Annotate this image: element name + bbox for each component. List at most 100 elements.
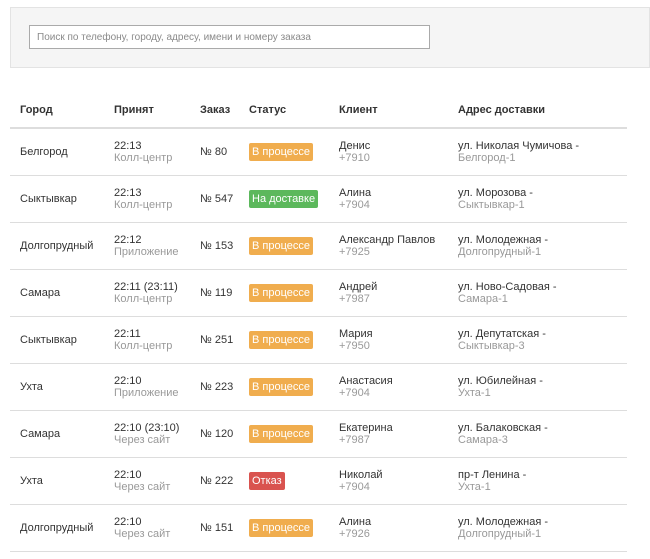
order-number-cell: № 222 [190,457,239,505]
client-phone: +7950 [339,340,370,352]
address-locality: Белгород-1 [458,152,516,164]
status-badge: В процессе [249,331,313,349]
orders-table: Город Принят Заказ Статус Клиент Адрес д… [10,92,627,552]
order-source: Приложение [114,246,179,258]
table-row[interactable]: Сыктывкар 22:13 Колл-центр № 547 На доставке… [10,175,627,223]
search-panel [10,7,650,68]
column-header-client[interactable]: Клиент [329,92,448,129]
order-client: Андрей +7987 [329,269,448,317]
order-number-cell: № 251 [190,316,239,364]
accepted-time: 22:10 [114,469,142,481]
column-header-address[interactable]: Адрес доставки [448,92,627,129]
city-text: Ухта [20,381,43,393]
order-source: Колл-центр [114,293,173,305]
accepted-time: 22:10 (23:10) [114,422,180,434]
order-status-cell: В процессе [239,410,329,458]
order-client: Николай +7904 [329,457,448,505]
table-row[interactable]: Сыктывкар 22:11 Колл-центр № 251 В процессе М… [10,316,627,364]
order-source: Приложение [114,387,179,399]
order-accepted: 22:11 (23:11) Колл-центр [104,269,190,317]
order-accepted: 22:10 (23:10) Через сайт [104,410,190,458]
table-row[interactable]: Долгопрудный 22:12 Приложение № 153 В процес… [10,222,627,270]
order-status-cell: В процессе [239,269,329,317]
order-number-cell: № 223 [190,363,239,411]
order-accepted: 22:11 Колл-центр [104,316,190,364]
client-phone: +7925 [339,246,370,258]
order-number[interactable]: № 547 [200,193,233,205]
column-header-city[interactable]: Город [10,92,104,129]
order-city: Сыктывкар [10,316,104,364]
client-name: Александр Павлов [339,234,436,246]
accepted-time: 22:12 [114,234,142,246]
status-badge: В процессе [249,237,313,255]
accepted-time: 22:11 [114,328,141,340]
client-name: Екатерина [339,422,393,434]
address-locality: Самара-3 [458,434,508,446]
client-name: Алина [339,516,372,528]
column-header-order[interactable]: Заказ [190,92,239,129]
client-name: Мария [339,328,373,340]
order-status-cell: На доставке [239,175,329,223]
table-row[interactable]: Ухта 22:10 Через сайт № 222 Отказ Николай +790… [10,457,627,505]
order-accepted: 22:10 Приложение [104,363,190,411]
order-accepted: 22:12 Приложение [104,222,190,270]
order-city: Долгопрудный [10,504,104,552]
order-number[interactable]: № 251 [200,334,233,346]
order-source: Колл-центр [114,152,173,164]
client-name: Андрей [339,281,378,293]
address-street: пр-т Ленина - [458,469,527,481]
order-number[interactable]: № 120 [200,428,233,440]
order-status-cell: В процессе [239,128,329,176]
status-badge: В процессе [249,425,313,443]
order-number[interactable]: № 151 [200,522,233,534]
client-phone: +7910 [339,152,370,164]
client-phone: +7926 [339,528,370,540]
order-number[interactable]: № 153 [200,240,233,252]
client-phone: +7904 [339,481,370,493]
order-status-cell: В процессе [239,363,329,411]
order-number-cell: № 119 [190,269,239,317]
address-locality: Самара-1 [458,293,508,305]
table-header-row: Город Принят Заказ Статус Клиент Адрес д… [10,92,627,129]
table-row[interactable]: Самара 22:11 (23:11) Колл-центр № 119 В проц… [10,269,627,317]
address-locality: Ухта-1 [458,387,491,399]
order-number-cell: № 80 [190,128,239,176]
address-street: ул. Ново-Садовая - [458,281,557,293]
order-status-cell: В процессе [239,222,329,270]
order-client: Денис +7910 [329,128,448,176]
order-number[interactable]: № 223 [200,381,233,393]
order-address: ул. Депутатская - Сыктывкар-3 [448,316,627,364]
order-client: Александр Павлов +7925 [329,222,448,270]
table-row[interactable]: Самара 22:10 (23:10) Через сайт № 120 В проц… [10,410,627,458]
order-status-cell: Отказ [239,457,329,505]
order-address: ул. Николая Чумичова - Белгород-1 [448,128,627,176]
order-address: ул. Молодежная - Долгопрудный-1 [448,504,627,552]
client-name: Николай [339,469,383,481]
search-input[interactable] [29,25,430,49]
table-row[interactable]: Долгопрудный 22:10 Через сайт № 151 В процес… [10,504,627,552]
accepted-time: 22:11 (23:11) [114,281,178,293]
order-client: Алина +7926 [329,504,448,552]
order-address: ул. Морозова - Сыктывкар-1 [448,175,627,223]
column-header-status[interactable]: Статус [239,92,329,129]
address-street: ул. Молодежная - [458,234,549,246]
column-header-accepted[interactable]: Принят [104,92,190,129]
client-name: Денис [339,140,371,152]
order-city: Самара [10,410,104,458]
order-status-cell: В процессе [239,504,329,552]
client-phone: +7904 [339,199,370,211]
status-badge: Отказ [249,472,285,490]
table-row[interactable]: Белгород 22:13 Колл-центр № 80 В процессе Ден… [10,128,627,176]
order-source: Через сайт [114,481,171,493]
order-number[interactable]: № 80 [200,146,227,158]
order-number[interactable]: № 119 [200,287,232,299]
order-number[interactable]: № 222 [200,475,233,487]
order-accepted: 22:10 Через сайт [104,457,190,505]
order-client: Анастасия +7904 [329,363,448,411]
status-badge: В процессе [249,519,313,537]
order-address: ул. Ново-Садовая - Самара-1 [448,269,627,317]
table-row[interactable]: Ухта 22:10 Приложение № 223 В процессе Анаста… [10,363,627,411]
accepted-time: 22:13 [114,187,142,199]
order-address: ул. Юбилейная - Ухта-1 [448,363,627,411]
address-locality: Сыктывкар-1 [458,199,525,211]
